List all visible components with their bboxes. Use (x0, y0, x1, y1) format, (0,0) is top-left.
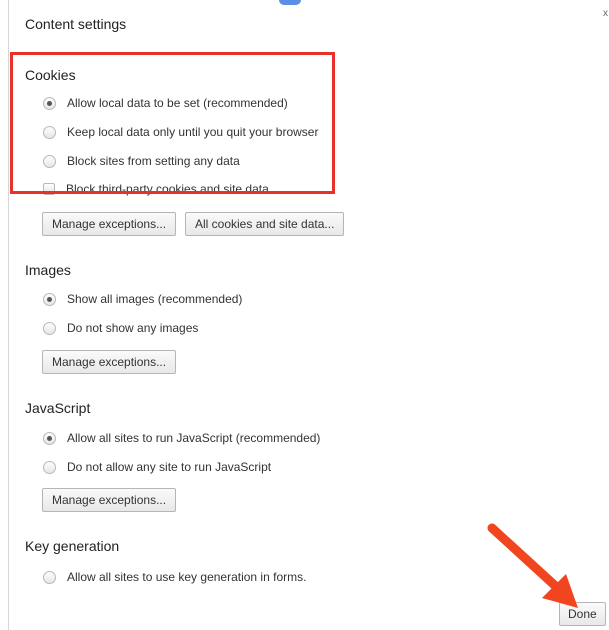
radio-icon[interactable] (43, 570, 56, 584)
images-do-not-show-label: Do not show any images (67, 321, 199, 335)
window-tab-indicator (279, 0, 301, 5)
close-icon[interactable]: x (603, 8, 608, 19)
javascript-section-title: JavaScript (25, 400, 91, 416)
javascript-allow-label: Allow all sites to run JavaScript (recom… (67, 431, 321, 445)
arrow-icon (487, 523, 578, 608)
cookies-highlight-box (10, 52, 335, 194)
radio-selected-icon[interactable] (43, 431, 56, 445)
images-manage-exceptions-button[interactable]: Manage exceptions... (42, 350, 177, 374)
images-show-all-label: Show all images (recommended) (67, 292, 243, 306)
images-section-title: Images (25, 262, 71, 278)
javascript-block-label: Do not allow any site to run JavaScript (67, 460, 272, 474)
javascript-block-option[interactable]: Do not allow any site to run JavaScript (43, 460, 271, 474)
radio-icon[interactable] (43, 321, 56, 335)
key-generation-section-title: Key generation (25, 538, 120, 554)
images-show-all-option[interactable]: Show all images (recommended) (43, 292, 242, 306)
all-cookies-button[interactable]: All cookies and site data... (185, 212, 345, 236)
key-generation-allow-option[interactable]: Allow all sites to use key generation in… (43, 570, 306, 584)
radio-selected-icon[interactable] (43, 292, 56, 306)
key-generation-allow-label: Allow all sites to use key generation in… (67, 570, 307, 584)
dialog-title: Content settings (25, 16, 127, 32)
radio-icon[interactable] (43, 460, 56, 474)
javascript-allow-option[interactable]: Allow all sites to run JavaScript (recom… (43, 431, 320, 445)
javascript-manage-exceptions-button[interactable]: Manage exceptions... (42, 488, 177, 512)
cookies-manage-exceptions-button[interactable]: Manage exceptions... (42, 212, 177, 236)
images-do-not-show-option[interactable]: Do not show any images (43, 321, 198, 335)
